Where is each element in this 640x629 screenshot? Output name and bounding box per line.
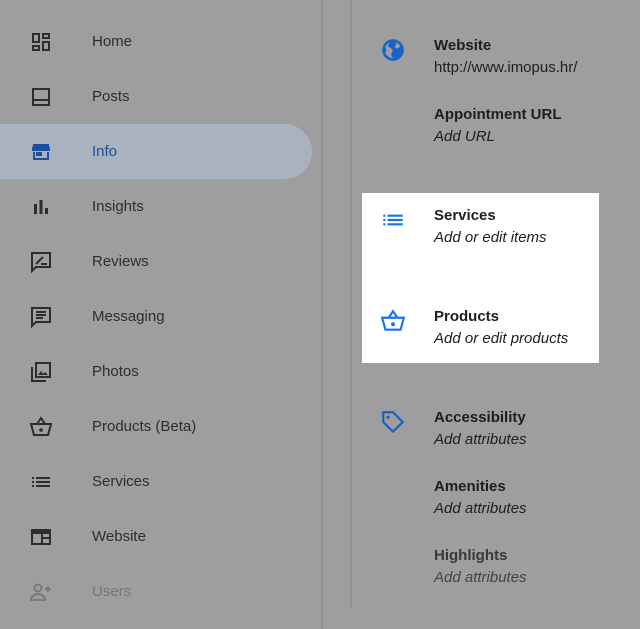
sidebar-item-label: Posts (92, 88, 130, 105)
store-icon (32, 143, 50, 160)
info-row-appointment[interactable]: Appointment URL Add URL (380, 106, 630, 154)
dashboard-icon (32, 32, 50, 51)
posts-icon (32, 87, 50, 106)
info-row-services[interactable]: Services Add or edit items (380, 207, 630, 255)
highlights-title: Highlights (434, 547, 508, 564)
accessibility-value: Add attributes (434, 431, 527, 448)
amenities-value: Add attributes (434, 500, 527, 517)
sidebar-item-home[interactable]: Home (0, 14, 312, 69)
info-row-website[interactable]: Website http://www.imopus.hr/ (380, 37, 630, 85)
globe-icon (382, 39, 404, 61)
sidebar-item-posts[interactable]: Posts (0, 69, 312, 124)
list-icon (383, 214, 403, 226)
sidebar-item-label: Website (92, 528, 146, 545)
info-row-highlights[interactable]: Highlights Add attributes (380, 547, 630, 595)
bar-chart-icon (34, 199, 48, 214)
tag-icon (382, 411, 404, 433)
photos-icon (31, 361, 51, 382)
website-title: Website (434, 37, 492, 54)
sidebar-item-insights[interactable]: Insights (0, 179, 312, 234)
products-value: Add or edit products (434, 330, 569, 347)
services-title: Services (434, 207, 496, 224)
sidebar-item-reviews[interactable]: Reviews (0, 234, 312, 289)
add-user-icon (30, 583, 51, 601)
sidebar-item-photos[interactable]: Photos (0, 344, 312, 399)
sidebar-item-users[interactable]: Users (0, 564, 312, 619)
sidebar-item-label: Services (92, 473, 150, 490)
basket-icon (380, 309, 406, 331)
amenities-title: Amenities (434, 478, 506, 495)
basket-icon (29, 415, 53, 436)
website-icon (31, 528, 51, 545)
review-icon (31, 251, 51, 273)
appointment-title: Appointment URL (434, 106, 562, 123)
sidebar-item-messaging[interactable]: Messaging (0, 289, 312, 344)
sidebar-item-label: Home (92, 33, 133, 50)
sidebar-item-website[interactable]: Website (0, 509, 312, 564)
message-icon (31, 306, 51, 328)
info-row-products[interactable]: Products Add or edit products (380, 308, 630, 356)
appointment-value: Add URL (434, 128, 495, 145)
sidebar-item-label: Photos (92, 363, 139, 380)
sidebar-item-label: Insights (92, 198, 144, 215)
website-url: http://www.imopus.hr/ (434, 59, 578, 76)
accessibility-title: Accessibility (434, 409, 526, 426)
sidebar-item-label: Users (92, 583, 132, 600)
panel-divider (350, 0, 352, 609)
services-value: Add or edit items (434, 229, 547, 246)
sidebar-item-products[interactable]: Products (Beta) (0, 399, 312, 454)
sidebar-item-services[interactable]: Services (0, 454, 312, 509)
sidebar-item-label: Products (Beta) (92, 418, 197, 435)
info-row-accessibility[interactable]: Accessibility Add attributes (380, 409, 630, 457)
sidebar-divider (321, 0, 323, 629)
highlights-value: Add attributes (434, 569, 527, 586)
sidebar-item-label: Messaging (92, 308, 165, 325)
sidebar-item-label: Info (92, 143, 118, 160)
sidebar-nav: Home Posts Info Insights Reviews Messagi… (0, 0, 322, 629)
sidebar-item-label: Reviews (92, 253, 149, 270)
info-row-amenities[interactable]: Amenities Add attributes (380, 478, 630, 526)
products-title: Products (434, 308, 500, 325)
list-icon (32, 476, 50, 487)
sidebar-item-info[interactable]: Info (0, 124, 312, 179)
